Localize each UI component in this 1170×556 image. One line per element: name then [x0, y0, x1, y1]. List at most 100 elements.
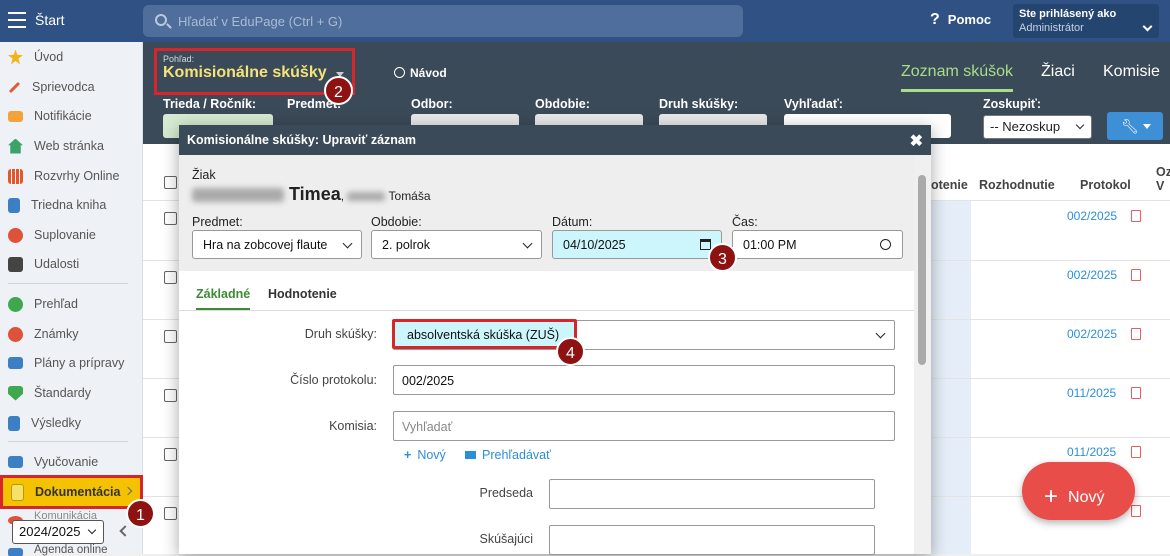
period-select[interactable]: 2. polrok	[371, 230, 542, 259]
sidebar-item-web[interactable]: Web stránka	[0, 132, 143, 160]
sidebar-item-label: Úvod	[34, 50, 63, 64]
row-checkbox[interactable]	[164, 330, 177, 343]
chart-icon	[8, 416, 20, 431]
row-checkbox[interactable]	[164, 271, 177, 284]
chair-input[interactable]	[549, 479, 875, 509]
tab-komisie[interactable]: Komisie	[1103, 63, 1160, 81]
protocol-link[interactable]: 011/2025	[1067, 445, 1116, 459]
committee-label: Komisia:	[259, 419, 377, 433]
committee-search-input[interactable]: Vyhľadať	[393, 411, 895, 441]
pdf-icon[interactable]	[1131, 210, 1141, 222]
sidebar-item-notifikacie[interactable]: Notifikácie	[0, 102, 143, 130]
sidebar-item-label: Udalosti	[34, 257, 79, 271]
sidebar-item-label: Dokumentácia	[35, 485, 120, 499]
student-first-name: Timea	[289, 184, 341, 204]
sidebar-item-plany[interactable]: Plány a prípravy	[0, 349, 143, 377]
tabs-divider	[179, 310, 914, 311]
sidebar-item-sprievodca[interactable]: Sprievodca	[0, 73, 143, 101]
scrollbar-thumb[interactable]	[918, 175, 926, 365]
agenda-icon	[8, 548, 23, 556]
blurred-surname	[192, 188, 284, 202]
student-name: Timea, Tomáša	[192, 184, 431, 205]
briefcase-icon	[8, 357, 23, 369]
sidebar-item-triedna-kniha[interactable]: Triedna kniha	[0, 191, 143, 219]
column-header-hodnotenie[interactable]: otenie	[931, 178, 968, 192]
protocol-link[interactable]: 011/2025	[1067, 386, 1116, 400]
hamburger-menu-icon[interactable]	[8, 12, 26, 28]
subject-label: Predmet:	[192, 215, 243, 229]
sidebar-item-suplovanie[interactable]: Suplovanie	[0, 221, 143, 249]
row-checkbox[interactable]	[164, 507, 177, 520]
pdf-icon[interactable]	[1131, 269, 1141, 281]
sidebar-item-label: Vyučovanie	[34, 455, 98, 469]
exam-type-value-box[interactable]: absolventská skúška (ZUŠ)	[392, 319, 577, 349]
protocol-link[interactable]: 002/2025	[1067, 209, 1117, 223]
view-label: Pohľad:	[163, 54, 194, 64]
sidebar-item-dokumentacia[interactable]: Dokumentácia	[0, 475, 143, 509]
date-label: Dátum:	[552, 215, 592, 229]
blurred-text	[347, 192, 385, 201]
question-circle-icon	[394, 67, 405, 78]
browse-link[interactable]: Prehľadávať	[465, 448, 551, 462]
column-header-oz[interactable]: Oz V	[1156, 165, 1170, 193]
sidebar-item-vyucovanie[interactable]: Vyučovanie	[0, 448, 143, 476]
time-value: 01:00 PM	[743, 238, 797, 252]
subject-select[interactable]: Hra na zobcovej flaute	[192, 230, 362, 259]
protocol-link[interactable]: 002/2025	[1067, 268, 1117, 282]
row-checkbox[interactable]	[164, 448, 177, 461]
guide-link[interactable]: Návod	[394, 66, 447, 80]
pdf-icon[interactable]	[1131, 446, 1141, 458]
edit-record-dialog: Komisionálne skúšky: Upraviť záznam✖ Žia…	[179, 125, 931, 554]
tab-ziaci[interactable]: Žiaci	[1041, 63, 1075, 81]
sidebar-item-rozvrhy[interactable]: Rozvrhy Online	[0, 162, 143, 190]
student-parent-name: Tomáša	[389, 189, 431, 203]
browse-label: Prehľadávať	[482, 448, 551, 462]
student-label: Žiak	[192, 168, 216, 182]
tools-button[interactable]: 🔧︎	[1107, 112, 1163, 140]
school-year-select[interactable]: 2024/2025	[12, 520, 104, 544]
tab-zoznam-skusok[interactable]: Zoznam skúšok	[901, 63, 1013, 92]
protocol-number-input[interactable]: 002/2025	[393, 365, 895, 395]
close-icon[interactable]: ✖	[910, 131, 923, 151]
time-input[interactable]: 01:00 PM	[732, 230, 903, 259]
sidebar-item-vysledky[interactable]: Výsledky	[0, 409, 143, 437]
start-label[interactable]: Štart	[35, 12, 65, 28]
row-checkbox[interactable]	[164, 212, 177, 225]
chevron-right-icon	[124, 487, 132, 495]
tab-zakladne[interactable]: Základné	[196, 287, 250, 310]
help-button[interactable]: ?Pomoc	[930, 11, 991, 29]
column-header-rozhodnutie[interactable]: Rozhodnutie	[979, 178, 1055, 192]
new-committee-link[interactable]: +Nový	[404, 448, 446, 462]
sidebar-item-prehlad[interactable]: Prehľad	[0, 290, 143, 318]
tab-hodnotenie[interactable]: Hodnotenie	[268, 287, 337, 301]
step-badge-4: 4	[556, 337, 585, 366]
sidebar-item-znamky[interactable]: Známky	[0, 320, 143, 348]
pdf-icon[interactable]	[1131, 328, 1141, 340]
search-input[interactable]: Hľadať v EduPage (Ctrl + G)	[143, 5, 743, 37]
sidebar-item-udalosti[interactable]: Udalosti	[0, 250, 143, 278]
clock-icon[interactable]	[880, 239, 891, 250]
pdf-icon[interactable]	[1131, 505, 1141, 517]
column-header-protokol[interactable]: Protokol	[1080, 178, 1131, 192]
plus-icon: +	[404, 448, 411, 462]
sidebar-item-standardy[interactable]: Štandardy	[0, 379, 143, 407]
sidebar-item-uvod[interactable]: Úvod	[0, 43, 143, 71]
dialog-scrollbar[interactable]	[914, 155, 931, 554]
user-menu[interactable]: Ste prihlásený ako Administrátor	[1013, 4, 1159, 38]
group-by-select[interactable]: -- Nezoskup	[983, 115, 1092, 139]
calendar-icon[interactable]	[700, 239, 711, 250]
protocol-number-label: Číslo protokolu:	[259, 373, 377, 387]
protocol-link[interactable]: 002/2025	[1067, 327, 1117, 341]
date-input[interactable]: 04/10/2025	[552, 230, 722, 259]
sidebar-item-label: Štandardy	[34, 386, 91, 400]
document-icon	[11, 484, 24, 501]
select-all-checkbox[interactable]	[164, 176, 177, 189]
filter-label-druh: Druh skúšky:	[659, 97, 738, 111]
row-checkbox[interactable]	[164, 389, 177, 402]
filter-label-trieda: Trieda / Ročník:	[163, 97, 256, 111]
examiner-input[interactable]	[549, 525, 875, 555]
view-title[interactable]: Komisionálne skúšky	[163, 64, 327, 82]
pdf-icon[interactable]	[1131, 387, 1141, 399]
new-record-button[interactable]: +Nový	[1022, 462, 1135, 520]
new-record-label: Nový	[1068, 489, 1104, 506]
